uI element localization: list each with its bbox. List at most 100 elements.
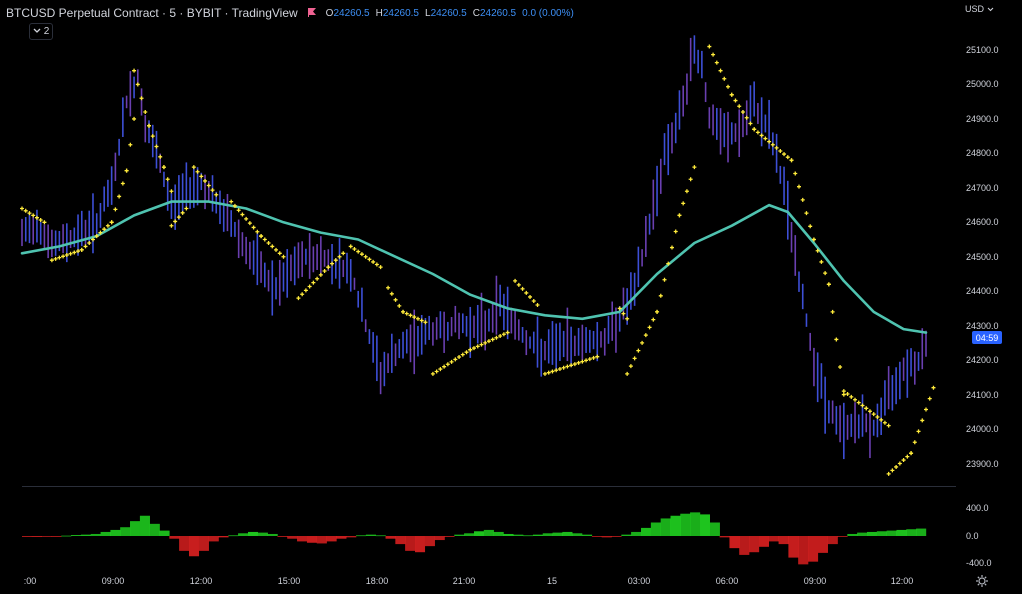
oscillator-bar — [596, 536, 598, 537]
sar-dot — [341, 251, 346, 256]
oscillator-bar — [161, 530, 163, 536]
oscillator-bar — [190, 536, 192, 557]
oscillator-bar — [279, 536, 281, 537]
oscillator-bar — [733, 536, 735, 549]
sar-dot — [595, 354, 600, 359]
gear-icon[interactable] — [975, 574, 989, 588]
oscillator-bar — [42, 536, 44, 537]
oscillator-bar — [681, 513, 683, 536]
sar-dot — [139, 96, 144, 101]
oscillator-bar — [893, 530, 895, 536]
sar-dot — [524, 290, 529, 295]
oscillator-bar — [828, 536, 830, 545]
oscillator-bar — [919, 528, 921, 536]
oscillator-bar — [907, 529, 909, 536]
oscillator-bar — [924, 528, 926, 536]
oscillator-bar — [288, 536, 290, 539]
oscillator-axis[interactable]: 400.0 0.0 -400.0 — [956, 490, 1022, 570]
oscillator-bar — [654, 522, 656, 536]
sar-dot — [789, 158, 794, 163]
oscillator-bar — [880, 531, 882, 536]
oscillator-bar — [297, 536, 299, 542]
oscillator-bar — [273, 533, 275, 536]
oscillator-bar — [841, 536, 843, 537]
pane-separator[interactable] — [22, 486, 956, 487]
oscillator-bar — [292, 536, 294, 539]
oscillator-pane[interactable] — [0, 490, 956, 570]
chart-root[interactable]: BTCUSD Perpetual Contract · 5 · BYBIT · … — [0, 0, 1022, 594]
oscillator-bar — [416, 536, 418, 553]
oscillator-bar — [58, 536, 60, 537]
oscillator-bar — [397, 536, 399, 545]
sar-dot — [143, 110, 148, 115]
oscillator-bar — [312, 536, 314, 543]
oscillator-bar — [441, 536, 443, 541]
main-chart[interactable] — [0, 0, 956, 486]
oscillator-bar — [131, 521, 133, 536]
oscillator-bar — [122, 527, 124, 536]
symbol-title[interactable]: BTCUSD Perpetual Contract · 5 · BYBIT · … — [6, 6, 298, 20]
oscillator-bar — [690, 512, 692, 536]
oscillator-bar — [735, 536, 737, 549]
oscillator-bar — [285, 536, 287, 537]
oscillator-bar — [150, 523, 152, 536]
oscillator-bar — [812, 536, 814, 562]
time-axis[interactable]: :00 09:00 12:00 15:00 18:00 21:00 15 03:… — [0, 570, 956, 592]
price-tick: 24700.0 — [966, 182, 999, 193]
oscillator-bar — [835, 536, 837, 545]
oscillator-bar — [546, 533, 548, 536]
oscillator-bar — [155, 523, 157, 536]
oscillator-bar — [499, 531, 501, 536]
oscillator-bar — [815, 536, 817, 562]
oscillator-bar — [605, 536, 607, 538]
sar-dot — [176, 215, 181, 220]
oscillator-bar — [693, 512, 695, 536]
price-axis[interactable]: 25100.0 25000.0 24900.0 24800.0 24700.0 … — [956, 0, 1022, 486]
oscillator-bar — [620, 536, 622, 537]
sar-dot — [270, 244, 275, 249]
price-tick: 24900.0 — [966, 113, 999, 124]
oscillator-bar — [185, 536, 187, 551]
oscillator-bar — [112, 529, 114, 536]
oscillator-bar — [306, 536, 308, 543]
oscillator-bar — [425, 536, 427, 547]
oscillator-bar — [663, 518, 665, 536]
oscillator-bar — [763, 536, 765, 547]
time-tick: 15 — [546, 576, 558, 586]
oscillator-bar — [900, 529, 902, 536]
indicators-toggle-button[interactable]: 2 — [29, 23, 53, 40]
sar-dot — [890, 468, 895, 473]
sar-dot — [860, 403, 865, 408]
oscillator-bar — [202, 536, 204, 551]
price-tick: 25000.0 — [966, 79, 999, 89]
flag-icon[interactable] — [307, 6, 317, 20]
oscillator-bar — [244, 533, 246, 536]
oscillator-bar — [913, 529, 915, 536]
price-tick: 23900.0 — [966, 458, 999, 469]
oscillator-bar — [236, 535, 238, 537]
sar-dot — [333, 258, 338, 263]
sar-dot — [434, 369, 439, 374]
oscillator-bar — [303, 536, 305, 542]
sar-dot — [494, 335, 499, 340]
oscillator-bar — [697, 512, 699, 536]
sar-dot — [826, 282, 831, 287]
oscillator-bar — [181, 536, 183, 551]
sar-dot — [135, 82, 140, 87]
oscillator-bar — [625, 534, 627, 536]
oscillator-bar — [533, 534, 535, 536]
sar-dot — [501, 332, 506, 337]
oscillator-bar — [97, 533, 99, 536]
oscillator-bar — [183, 536, 185, 551]
oscillator-bar — [851, 533, 853, 536]
oscillator-bar — [860, 532, 862, 536]
oscillator-bar — [515, 534, 517, 536]
oscillator-bar — [634, 531, 636, 536]
sar-dot — [203, 178, 208, 183]
candles-group — [21, 35, 927, 460]
oscillator-bar — [399, 536, 401, 545]
oscillator-bar — [761, 536, 763, 547]
oscillator-bar — [375, 535, 377, 537]
sar-dot — [42, 220, 47, 225]
oscillator-bar — [744, 536, 746, 555]
